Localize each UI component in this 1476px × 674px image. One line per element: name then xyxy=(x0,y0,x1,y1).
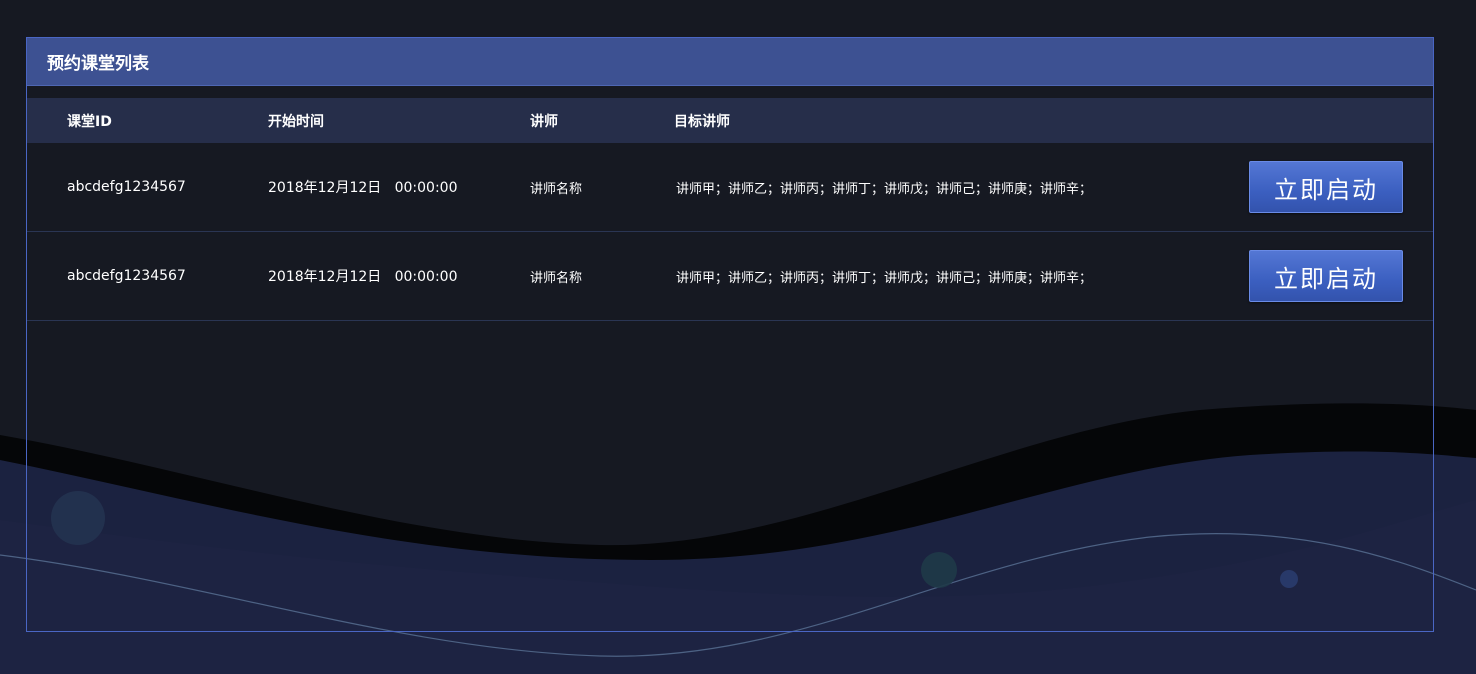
cell-teacher: 讲师名称 xyxy=(530,270,583,286)
header-start-time: 开始时间 xyxy=(268,113,324,130)
cell-target-teachers: 讲师甲；讲师乙；讲师丙；讲师丁；讲师戊；讲师己；讲师庚；讲师辛； xyxy=(676,270,1093,286)
header-target-teachers: 目标讲师 xyxy=(674,113,730,130)
table-row: abcdefg1234567 2018年12月12日 00:00:00 讲师名称… xyxy=(27,143,1433,232)
start-now-button[interactable]: 立即启动 xyxy=(1249,250,1403,302)
header-class-id: 课堂ID xyxy=(67,113,112,130)
cell-start-time: 2018年12月12日 00:00:00 xyxy=(268,269,458,285)
cell-teacher: 讲师名称 xyxy=(530,181,583,197)
cell-class-id: abcdefg1234567 xyxy=(67,268,186,284)
cell-start-time: 2018年12月12日 00:00:00 xyxy=(268,180,458,196)
table-row: abcdefg1234567 2018年12月12日 00:00:00 讲师名称… xyxy=(27,232,1433,321)
cell-class-id: abcdefg1234567 xyxy=(67,179,186,195)
header-teacher: 讲师 xyxy=(530,113,558,130)
booked-classes-panel: 预约课堂列表 课堂ID 开始时间 讲师 目标讲师 abcdefg1234567 … xyxy=(26,37,1434,632)
panel-title: 预约课堂列表 xyxy=(47,54,149,74)
start-now-button[interactable]: 立即启动 xyxy=(1249,161,1403,213)
panel-header: 预约课堂列表 xyxy=(27,38,1433,86)
table-header: 课堂ID 开始时间 讲师 目标讲师 xyxy=(27,98,1433,143)
cell-target-teachers: 讲师甲；讲师乙；讲师丙；讲师丁；讲师戊；讲师己；讲师庚；讲师辛； xyxy=(676,181,1093,197)
